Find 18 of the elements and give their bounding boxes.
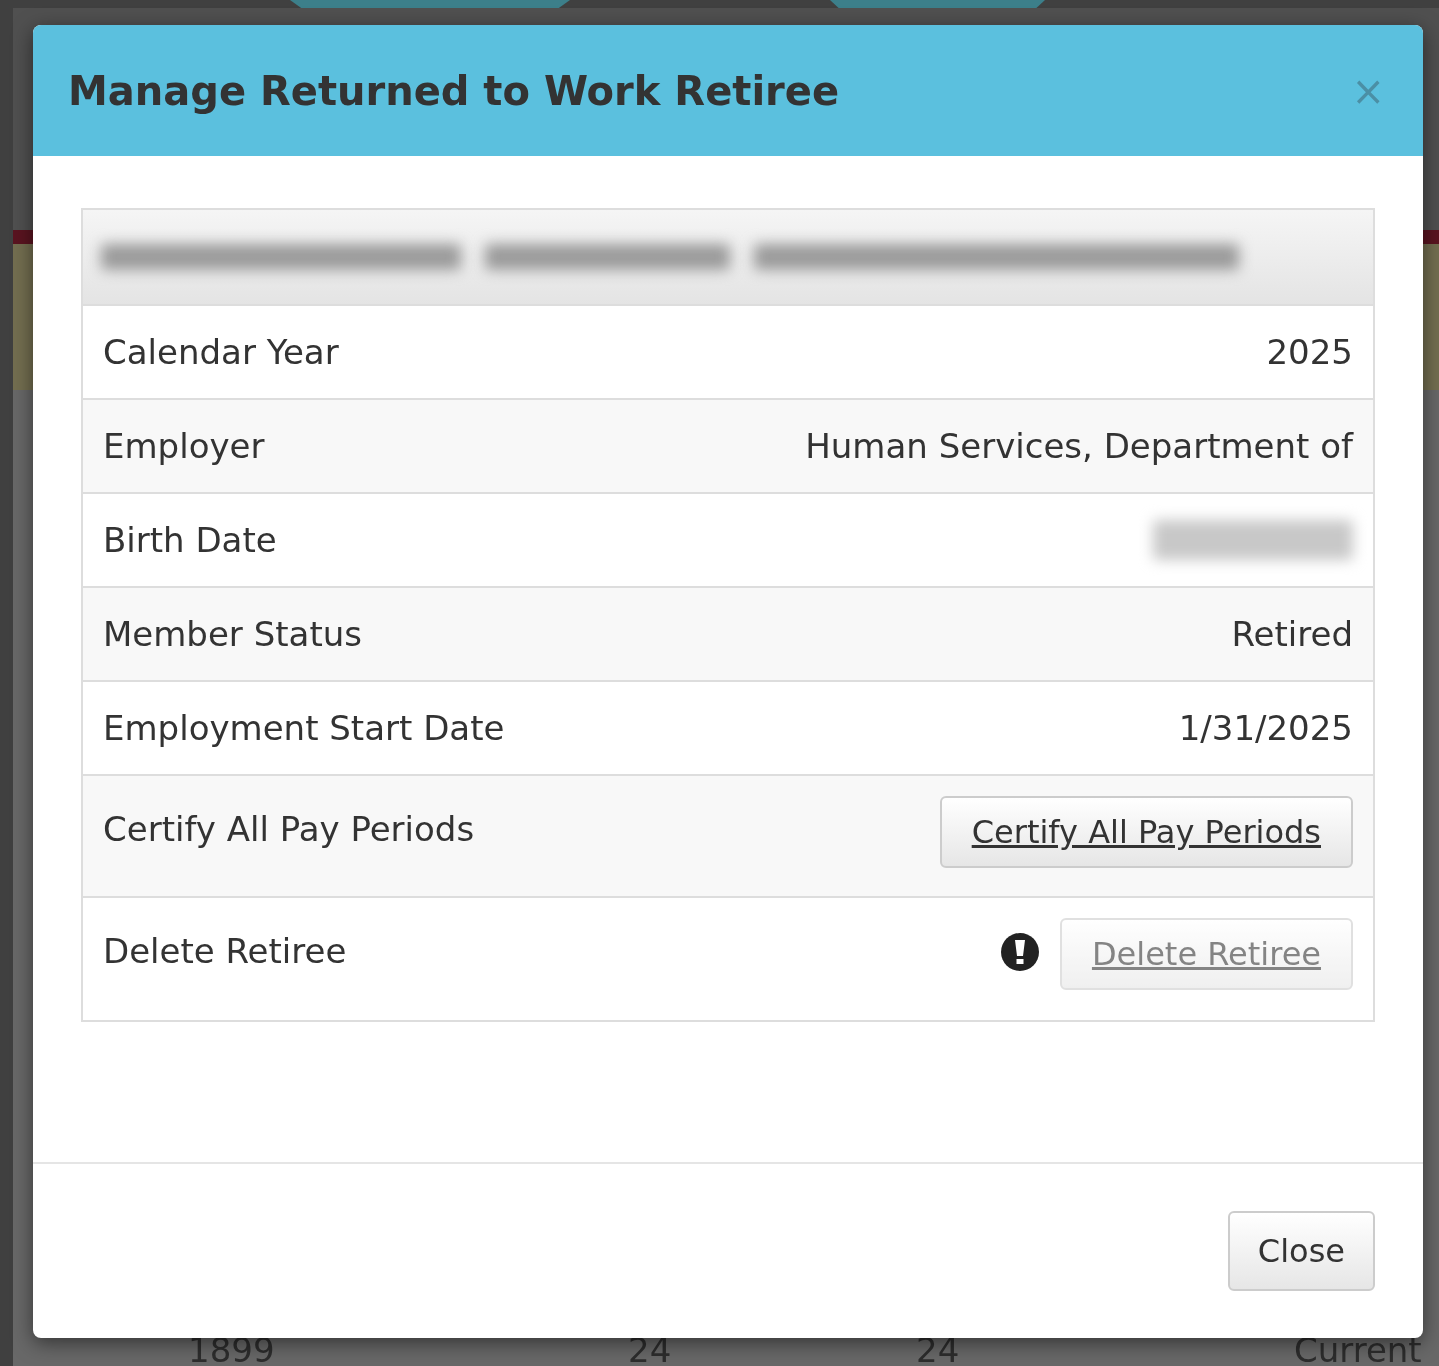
background-cell-text: 24 — [628, 1329, 672, 1366]
field-value: 1/31/2025 — [1178, 706, 1353, 750]
field-label: Member Status — [103, 612, 362, 656]
background-cell-text: Current — [1294, 1329, 1422, 1366]
modal-title: Manage Returned to Work Retiree — [68, 66, 840, 115]
action-button[interactable]: Certify All Pay Periods — [939, 796, 1353, 868]
field-value: 2025 — [1266, 330, 1353, 374]
field-label: Employment Start Date — [103, 706, 505, 750]
field-label: Employer — [103, 424, 265, 468]
field-label: Delete Retiree — [103, 930, 347, 973]
field-label: Calendar Year — [103, 330, 339, 374]
field-value: Human Services, Department of — [805, 424, 1353, 468]
field-label: Certify All Pay Periods — [103, 808, 475, 851]
field-label: Birth Date — [103, 518, 277, 562]
close-button[interactable]: Close — [1227, 1211, 1375, 1291]
background-cell-text: 1899 — [188, 1329, 275, 1366]
field-value: Retired — [1231, 612, 1353, 656]
background-cell-text: 24 — [916, 1329, 960, 1366]
